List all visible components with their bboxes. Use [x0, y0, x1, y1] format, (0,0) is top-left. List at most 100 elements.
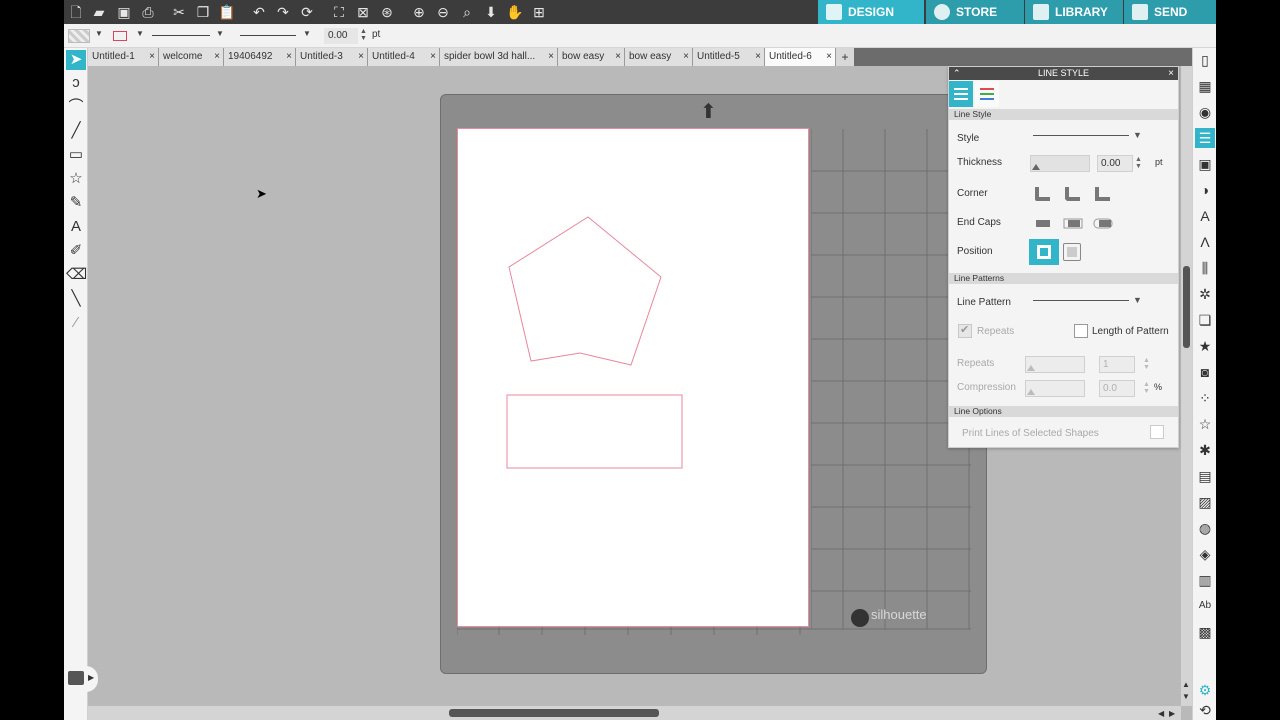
compression-input[interactable]: 0.0 — [1099, 380, 1135, 397]
corner-round-icon[interactable] — [1031, 184, 1055, 204]
align-panel-icon[interactable]: ⫼ — [1195, 258, 1215, 278]
text-tool-icon[interactable]: A — [66, 217, 86, 237]
panel-tab-line-style[interactable] — [949, 81, 973, 107]
gradient-panel-icon[interactable]: ▣ — [1195, 154, 1215, 174]
lasso-tool-icon[interactable]: ↄ — [66, 73, 86, 93]
cut-icon[interactable]: ✂ — [170, 3, 188, 21]
save-icon[interactable]: ▣ — [115, 3, 133, 21]
length-of-pattern-checkbox[interactable] — [1074, 324, 1088, 338]
tab-19406492[interactable]: 19406492 × — [224, 48, 296, 66]
close-tab-icon[interactable]: × — [358, 48, 364, 66]
library-tab-button[interactable]: LIBRARY — [1025, 0, 1123, 24]
close-tab-icon[interactable]: × — [548, 48, 554, 66]
replicate-panel-icon[interactable]: ❏ — [1195, 310, 1215, 330]
transform-panel-icon[interactable]: ✲ — [1195, 284, 1215, 304]
redo-icon[interactable]: ↷ — [274, 3, 292, 21]
style-dropdown[interactable]: ▼ — [1033, 130, 1143, 142]
pencil-tool-icon[interactable]: ✎ — [66, 193, 86, 213]
corner-miter-icon[interactable] — [1091, 184, 1115, 204]
tab-untitled-4[interactable]: Untitled-4 × — [368, 48, 440, 66]
position-inside-button[interactable] — [1029, 239, 1059, 265]
scroll-right-icon[interactable]: ▶ — [1169, 709, 1175, 718]
close-tab-icon[interactable]: × — [430, 48, 436, 66]
rhinestone-panel-icon[interactable]: ▩ — [1195, 622, 1215, 642]
select-by-color-icon[interactable]: ⊛ — [378, 3, 396, 21]
line-pattern-dropdown[interactable]: ▼ — [1033, 295, 1143, 307]
star-shapes-icon[interactable]: ☆ — [1195, 414, 1215, 434]
tab-untitled-5[interactable]: Untitled-5 × — [693, 48, 765, 66]
zoom-fit-icon[interactable]: ⌕ — [458, 3, 476, 21]
text-to-path-icon[interactable]: Ʌ — [1195, 232, 1215, 252]
sketch-panel-icon[interactable]: ▨ — [1195, 492, 1215, 512]
shadow-panel-icon[interactable]: ◑ — [1195, 180, 1215, 200]
pan-icon[interactable]: ✋ — [506, 3, 524, 21]
line-width-input[interactable]: 0.00 — [324, 28, 358, 44]
fit-to-page-icon[interactable]: ⊞ — [530, 3, 548, 21]
paste-icon[interactable]: 📋 — [218, 3, 236, 21]
close-tab-icon[interactable]: × — [149, 48, 155, 66]
trace-panel-icon[interactable]: ⁘ — [1195, 388, 1215, 408]
line-color-swatch[interactable] — [113, 31, 127, 41]
repeats-input[interactable]: 1 — [1099, 356, 1135, 373]
point-edit-tool-icon[interactable]: ⌒ — [66, 97, 86, 117]
thickness-spinner[interactable]: ▲ ▼ — [1135, 156, 1142, 170]
scroll-left-icon[interactable]: ◀ — [1158, 709, 1164, 718]
cap-butt-icon[interactable] — [1031, 213, 1055, 233]
offset-panel-icon[interactable]: ◙ — [1195, 362, 1215, 382]
fill-color-swatch[interactable] — [68, 29, 90, 43]
repeats-spinner[interactable]: ▲ ▼ — [1143, 357, 1150, 371]
fill-panel-icon[interactable]: ◉ — [1195, 102, 1215, 122]
polygon-tool-icon[interactable]: ☆ — [66, 169, 86, 189]
tab-spider-bowl[interactable]: spider bowl 3d hall... × — [440, 48, 558, 66]
zoom-in-icon[interactable]: ⊕ — [410, 3, 428, 21]
cap-square-icon[interactable] — [1061, 213, 1085, 233]
horizontal-scroll-thumb[interactable] — [449, 709, 659, 717]
close-tab-icon[interactable]: × — [683, 48, 689, 66]
scroll-down-icon[interactable]: ▼ — [1182, 692, 1190, 701]
pixscan-icon[interactable]: ▦ — [1195, 76, 1215, 96]
line-cap-dropdown-arrow[interactable]: ▼ — [303, 29, 311, 38]
draw-tool-icon[interactable]: ✐ — [66, 241, 86, 261]
slider-knob[interactable] — [1027, 365, 1035, 371]
sync-icon[interactable]: ⟲ — [1195, 700, 1215, 720]
select-tool-icon[interactable]: ➤ — [66, 50, 86, 70]
cap-round-icon[interactable] — [1091, 213, 1115, 233]
tab-untitled-6[interactable]: Untitled-6 × — [765, 48, 836, 66]
panel-tab-line-color[interactable] — [975, 81, 999, 107]
position-center-button[interactable] — [1063, 243, 1081, 261]
tab-welcome[interactable]: welcome × — [159, 48, 224, 66]
modify-panel-icon[interactable]: ★ — [1195, 336, 1215, 356]
collapse-panel-icon[interactable]: ⌃ — [953, 67, 961, 80]
line-width-spinner[interactable]: ▲ ▼ — [360, 28, 367, 42]
line-style-dropdown-arrow[interactable]: ▼ — [216, 29, 224, 38]
thickness-input[interactable]: 0.00 — [1097, 155, 1133, 172]
rectangle-tool-icon[interactable]: ▭ — [66, 145, 86, 165]
library-drawer-button[interactable]: ▶ — [64, 666, 98, 692]
compression-slider[interactable] — [1025, 380, 1085, 397]
fill-dropdown-arrow[interactable]: ▼ — [95, 29, 103, 38]
design-tab-button[interactable]: DESIGN — [818, 0, 924, 24]
font-panel-icon[interactable]: Ab — [1195, 596, 1215, 616]
eyedropper-tool-icon[interactable]: ⁄ — [66, 313, 86, 333]
close-tab-icon[interactable]: × — [286, 48, 292, 66]
eraser-tool-icon[interactable]: ⌫ — [66, 265, 87, 285]
move-icon[interactable]: ⬇ — [482, 3, 500, 21]
line-cap-sample[interactable] — [240, 35, 296, 36]
close-tab-icon[interactable]: × — [755, 48, 761, 66]
new-file-icon[interactable]: 🗋 — [67, 3, 85, 21]
knife-tool-icon[interactable]: ╲ — [66, 289, 86, 309]
horizontal-scrollbar[interactable]: ◀ ▶ — [88, 706, 1181, 720]
3d-panel-icon[interactable]: ◈ — [1195, 544, 1215, 564]
print-lines-checkbox[interactable] — [1150, 425, 1164, 439]
tab-untitled-1[interactable]: Untitled-1 × — [88, 48, 159, 66]
select-all-icon[interactable]: ⛶ — [330, 3, 348, 21]
tab-untitled-3[interactable]: Untitled-3 × — [296, 48, 368, 66]
copy-icon[interactable]: ❐ — [194, 3, 212, 21]
line-style-sample[interactable] — [152, 35, 210, 36]
print-icon[interactable]: ⎙ — [139, 3, 157, 21]
text-style-panel-icon[interactable]: A — [1195, 206, 1215, 226]
layers-panel-icon[interactable]: ▤ — [1195, 466, 1215, 486]
warp-panel-icon[interactable]: ◍ — [1195, 518, 1215, 538]
tab-bow-easy-2[interactable]: bow easy × — [625, 48, 693, 66]
close-tab-icon[interactable]: × — [615, 48, 621, 66]
